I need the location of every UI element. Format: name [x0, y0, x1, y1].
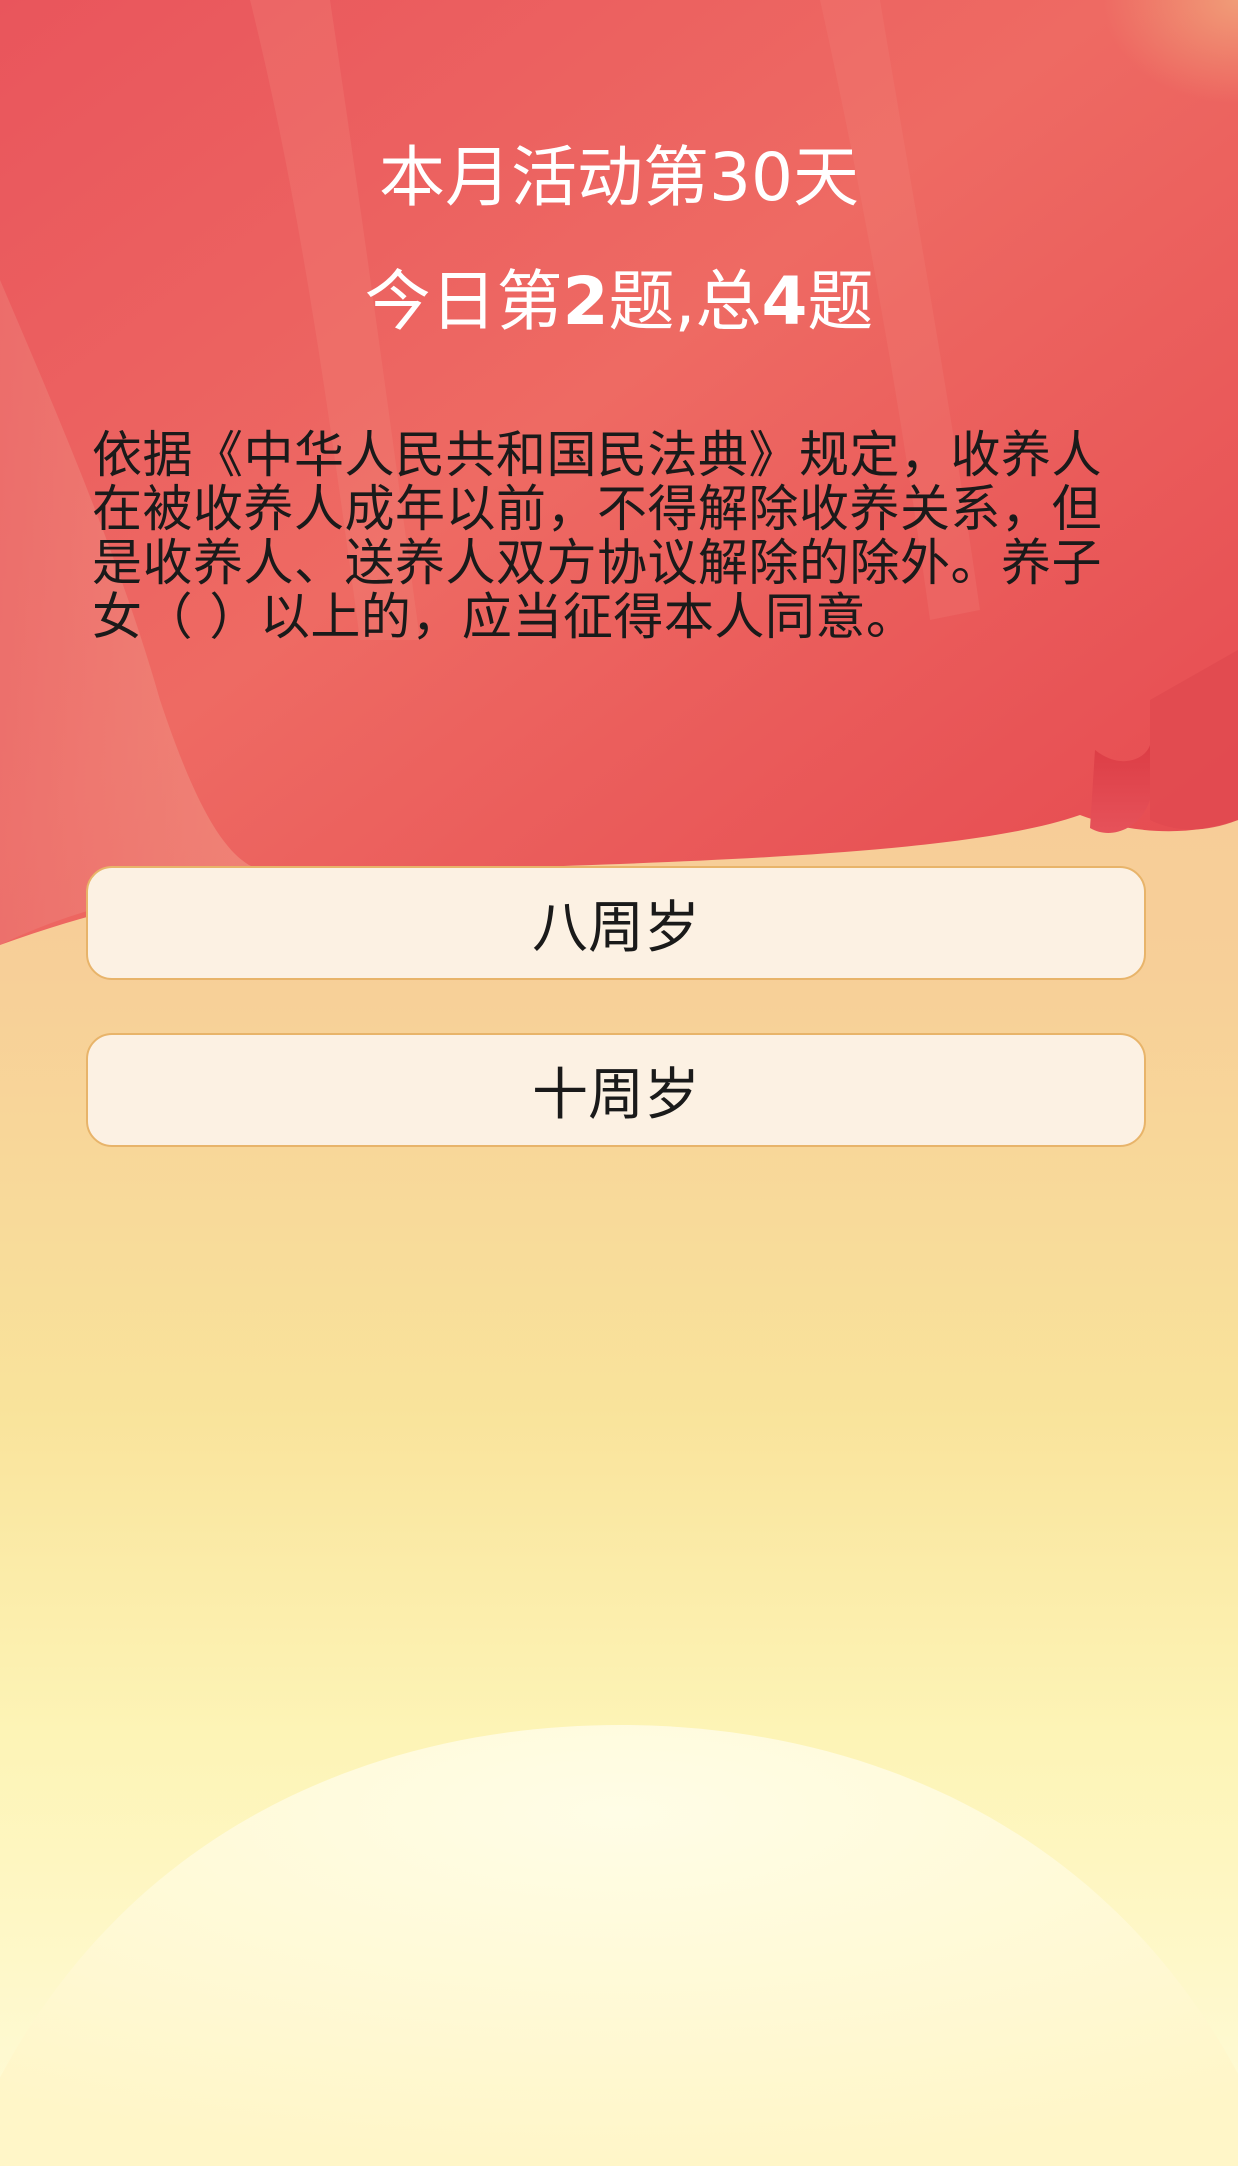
sun-arc [0, 1725, 1238, 2166]
answer-option-b[interactable]: 十周岁 [86, 1033, 1146, 1147]
total-question-count: 4 [761, 263, 808, 340]
progress-prefix: 今日第 [364, 263, 563, 340]
activity-day-title: 本月活动第30天 [379, 139, 859, 216]
option-label: 八周岁 [532, 895, 700, 961]
progress-middle: 题,总 [608, 263, 762, 340]
option-label: 十周岁 [532, 1062, 700, 1128]
progress-suffix: 题 [807, 263, 874, 340]
question-text: 依据《中华人民共和国民法典》规定，收养人在被收养人成年以前，不得解除收养关系，但… [92, 426, 1102, 646]
current-question-number: 2 [562, 263, 609, 340]
answer-option-a[interactable]: 八周岁 [86, 866, 1146, 980]
question-progress: 今日第2题,总4题 [0, 262, 1238, 342]
